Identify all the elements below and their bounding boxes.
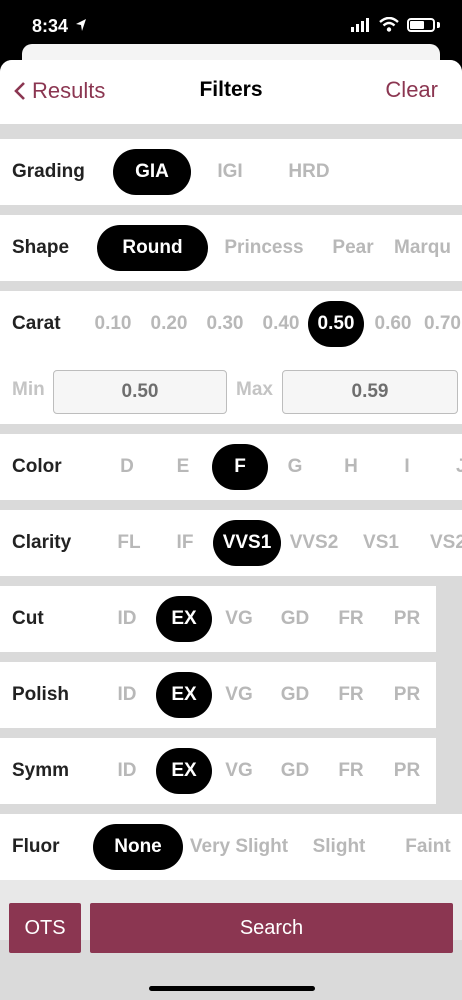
option-clarity-vvs2[interactable]: VVS2 <box>286 520 342 566</box>
clear-button[interactable]: Clear <box>385 77 438 103</box>
option-carat-0-70[interactable]: 0.70 <box>424 301 462 347</box>
filter-label: Shape <box>12 237 70 258</box>
option-symm-vg[interactable]: VG <box>218 748 260 794</box>
battery-cap <box>437 21 440 28</box>
min-label: Min <box>12 379 45 400</box>
option-polish-vg[interactable]: VG <box>218 672 260 718</box>
status-time: 8:34 <box>32 16 69 36</box>
option-carat-0-40[interactable]: 0.40 <box>256 301 306 347</box>
option-princess[interactable]: Princess <box>218 225 310 271</box>
option-symm-fr[interactable]: FR <box>330 748 372 794</box>
filter-row-symm: Symm ID EX VG GD FR PR <box>0 738 436 804</box>
option-clarity-fl[interactable]: FL <box>108 520 150 566</box>
filter-label: Clarity <box>12 532 72 553</box>
option-cut-gd[interactable]: GD <box>274 596 316 642</box>
option-symm-gd[interactable]: GD <box>274 748 316 794</box>
option-carat-0-50[interactable]: 0.50 <box>308 301 364 347</box>
option-symm-ex[interactable]: EX <box>156 748 212 794</box>
option-color-i[interactable]: I <box>386 444 428 490</box>
option-color-e[interactable]: E <box>162 444 204 490</box>
filter-row-fluor: Fluor None Very Slight Slight Faint <box>0 814 462 880</box>
filter-row-color: Color D E F G H I J <box>0 434 462 500</box>
location-arrow-icon <box>76 19 86 31</box>
option-hrd[interactable]: HRD <box>278 149 340 195</box>
filter-row-shape: Shape Round Princess Pear Marqu <box>0 215 462 281</box>
carat-range: Min Max <box>0 362 462 418</box>
option-fluor-very-slight[interactable]: Very Slight <box>184 824 294 870</box>
nav-bar: Results Filters Clear <box>0 60 462 124</box>
option-clarity-if[interactable]: IF <box>164 520 206 566</box>
filter-row-polish: Polish ID EX VG GD FR PR <box>0 662 436 728</box>
option-clarity-vvs1[interactable]: VVS1 <box>213 520 281 566</box>
option-marquise[interactable]: Marqu <box>394 225 462 271</box>
home-indicator <box>149 986 315 991</box>
option-fluor-slight[interactable]: Slight <box>306 824 372 870</box>
filter-label: Grading <box>12 161 85 182</box>
option-carat-0-20[interactable]: 0.20 <box>144 301 194 347</box>
filter-label: Symm <box>12 760 70 781</box>
filter-label: Carat <box>12 313 61 334</box>
option-gia[interactable]: GIA <box>113 149 191 195</box>
option-igi[interactable]: IGI <box>200 149 260 195</box>
ots-button[interactable]: OTS <box>9 903 81 953</box>
option-polish-fr[interactable]: FR <box>330 672 372 718</box>
option-color-f[interactable]: F <box>212 444 268 490</box>
option-color-h[interactable]: H <box>330 444 372 490</box>
option-clarity-vs1[interactable]: VS1 <box>354 520 408 566</box>
option-cut-vg[interactable]: VG <box>218 596 260 642</box>
option-fluor-faint[interactable]: Faint <box>398 824 458 870</box>
option-carat-0-30[interactable]: 0.30 <box>200 301 250 347</box>
carat-max-input[interactable] <box>282 370 458 414</box>
cellular-signal-icon <box>351 17 369 32</box>
option-polish-pr[interactable]: PR <box>386 672 428 718</box>
filter-label: Polish <box>12 684 70 705</box>
max-label: Max <box>236 379 273 400</box>
option-polish-ex[interactable]: EX <box>156 672 212 718</box>
filter-label: Fluor <box>12 836 60 857</box>
option-color-g[interactable]: G <box>274 444 316 490</box>
option-cut-ex[interactable]: EX <box>156 596 212 642</box>
search-button[interactable]: Search <box>90 903 453 953</box>
option-round[interactable]: Round <box>97 225 208 271</box>
filter-row-grading: Grading GIA IGI HRD <box>0 139 462 205</box>
option-cut-id[interactable]: ID <box>106 596 148 642</box>
battery-icon <box>407 17 435 32</box>
filter-row-cut: Cut ID EX VG GD FR PR <box>0 586 436 652</box>
option-symm-pr[interactable]: PR <box>386 748 428 794</box>
filter-label: Color <box>12 456 62 477</box>
option-color-j[interactable]: J <box>456 444 462 490</box>
bottom-action-bar: OTS Search <box>0 880 462 953</box>
wifi-icon <box>379 17 399 32</box>
filter-row-carat: Carat 0.10 0.20 0.30 0.40 0.50 0.60 0.70… <box>0 291 462 424</box>
filter-row-clarity: Clarity FL IF VVS1 VVS2 VS1 VS2 <box>0 510 462 576</box>
status-indicators <box>351 17 440 32</box>
option-carat-0-10[interactable]: 0.10 <box>88 301 138 347</box>
option-cut-fr[interactable]: FR <box>330 596 372 642</box>
option-pear[interactable]: Pear <box>326 225 380 271</box>
option-polish-gd[interactable]: GD <box>274 672 316 718</box>
filters-sheet: Results Filters Clear Grading GIA IGI HR… <box>0 60 462 1000</box>
filter-label: Cut <box>12 608 44 629</box>
option-cut-pr[interactable]: PR <box>386 596 428 642</box>
option-carat-0-60[interactable]: 0.60 <box>368 301 418 347</box>
option-symm-id[interactable]: ID <box>106 748 148 794</box>
option-fluor-none[interactable]: None <box>93 824 183 870</box>
option-polish-id[interactable]: ID <box>106 672 148 718</box>
carat-min-input[interactable] <box>53 370 227 414</box>
option-clarity-vs2[interactable]: VS2 <box>430 520 462 566</box>
option-color-d[interactable]: D <box>106 444 148 490</box>
